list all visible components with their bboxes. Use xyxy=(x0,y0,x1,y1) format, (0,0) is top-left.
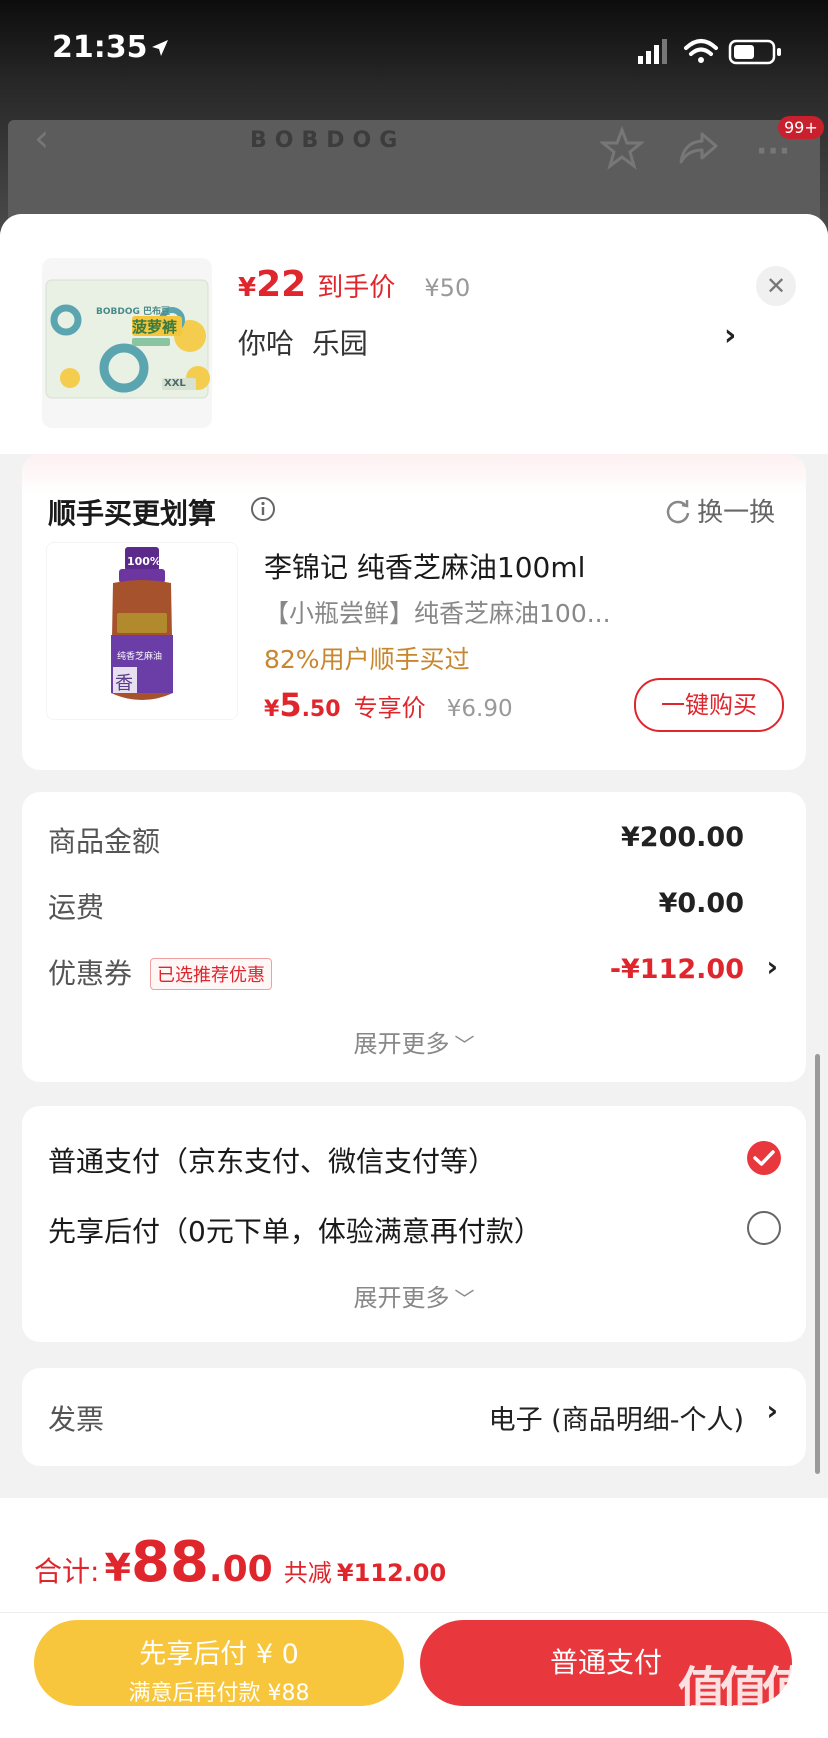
thumb-size-text: XXL xyxy=(164,378,186,389)
payment-option-standard[interactable]: 普通支付（京东支付、微信支付等） xyxy=(22,1106,806,1202)
addon-price-dec: .50 xyxy=(301,697,341,722)
total-dec: .00 xyxy=(208,1549,273,1590)
addon-stat: 82%用户顺手买过 xyxy=(264,645,470,674)
summary-expand-label: 展开更多 xyxy=(353,1030,450,1058)
coupon-row[interactable]: 优惠券 已选推荐优惠 -¥112.00 › xyxy=(22,942,806,1008)
wifi-icon xyxy=(684,39,718,63)
discount-value: ¥112.00 xyxy=(336,1559,447,1587)
location-icon xyxy=(150,38,170,62)
subtotal-label: 商品金额 xyxy=(48,825,161,858)
payment-expand-button[interactable]: 展开更多 ﹀ xyxy=(22,1278,806,1313)
addon-price-symbol: ¥ xyxy=(264,697,280,722)
watermark-logo: 值值值 xyxy=(678,1662,810,1718)
pay-later-button[interactable]: 先享后付 ¥ 0 满意后再付款 ¥88 xyxy=(34,1620,404,1706)
standard-pay-label: 普通支付 xyxy=(549,1646,662,1679)
shipping-label: 运费 xyxy=(48,891,105,924)
one-click-buy-button[interactable]: 一键购买 xyxy=(634,678,784,732)
coupon-label: 优惠券 xyxy=(48,957,133,990)
pay-later-title: 先享后付 ¥ 0 xyxy=(139,1639,299,1670)
discount-label: 共减 xyxy=(283,1559,332,1587)
footer-divider xyxy=(0,1612,828,1613)
coupon-tag: 已选推荐优惠 xyxy=(150,958,272,990)
total-int: 88 xyxy=(130,1530,209,1595)
product-thumbnail: BOBDOG 巴布豆 菠萝裤 XXL xyxy=(42,258,212,428)
subtotal-value: ¥200.00 xyxy=(621,822,744,853)
thumb-label-text: 纯香芝麻油 xyxy=(117,652,163,662)
payment-option-label: 先享后付（0元下单，体验满意再付款） xyxy=(48,1215,542,1248)
addon-price-int: 5 xyxy=(279,686,302,724)
price-symbol: ¥ xyxy=(238,273,257,303)
product-price: 22 xyxy=(256,264,307,305)
payment-expand-label: 展开更多 xyxy=(353,1284,450,1312)
spec-chevron-icon[interactable]: › xyxy=(724,318,736,353)
payment-option-label: 普通支付（京东支付、微信支付等） xyxy=(48,1145,497,1178)
diaper-package-image xyxy=(45,279,210,399)
addon-price-label: 专享价 xyxy=(353,694,426,722)
chevron-down-icon: ﹀ xyxy=(454,1287,475,1311)
more-icon[interactable]: ··· xyxy=(756,134,790,169)
payment-option-later[interactable]: 先享后付（0元下单，体验满意再付款） xyxy=(22,1202,806,1272)
total-symbol: ¥ xyxy=(104,1546,131,1590)
product-price-row: ¥22 到手价 ¥50 xyxy=(238,264,470,305)
order-summary-card: 商品金额 ¥200.00 运费 ¥0.00 优惠券 已选推荐优惠 -¥112.0… xyxy=(22,792,806,1082)
product-spec[interactable]: 你哈 乐园 xyxy=(238,322,368,362)
invoice-row[interactable]: 发票 电子 (商品明细-个人) › xyxy=(22,1368,806,1466)
pay-later-subtitle: 满意后再付款 ¥88 xyxy=(128,1681,310,1706)
radio-checked-icon[interactable] xyxy=(746,1140,782,1180)
product-header: BOBDOG 巴布豆 菠萝裤 XXL ¥22 到手价 ¥50 你哈 乐园 › ✕ xyxy=(0,214,828,454)
addon-desc: 【小瓶尝鲜】纯香芝麻油100... xyxy=(264,599,611,628)
addon-card: 顺手买更划算 换一换 100% 纯香芝麻油 香 李锦记 纯香芝麻油100ml 【… xyxy=(22,454,806,770)
addon-title: 顺手买更划算 xyxy=(48,497,217,530)
thumb-badge-text: 100% xyxy=(127,555,161,568)
coupon-chevron-icon: › xyxy=(766,950,778,983)
radio-unchecked-icon[interactable] xyxy=(746,1210,782,1250)
invoice-value: 电子 (商品明细-个人) xyxy=(488,1405,744,1436)
addon-price-row: ¥5.50 专享价 ¥6.90 xyxy=(264,686,513,724)
price-label: 到手价 xyxy=(317,273,396,303)
watermark-url: zhizhizhi.com xyxy=(672,1712,781,1731)
notification-badge: 99+ xyxy=(778,116,824,139)
thumb-product-name: 菠萝裤 xyxy=(132,318,178,336)
chevron-down-icon: ﹀ xyxy=(454,1033,475,1057)
refresh-label: 换一换 xyxy=(697,498,776,528)
total-label: 合计: xyxy=(34,1555,100,1588)
refresh-icon xyxy=(666,499,690,523)
thumb-char-text: 香 xyxy=(115,673,133,694)
invoice-chevron-icon: › xyxy=(766,1394,778,1427)
refresh-button[interactable]: 换一换 xyxy=(664,492,775,529)
addon-name[interactable]: 李锦记 纯香芝麻油100ml xyxy=(264,546,585,586)
coupon-value: -¥112.00 xyxy=(609,954,744,985)
back-icon[interactable]: ‹ xyxy=(34,116,49,160)
status-time: 21:35 xyxy=(52,30,148,65)
status-icons xyxy=(638,36,788,66)
total-row: 合计: ¥88.00 共减 ¥112.00 xyxy=(34,1530,446,1595)
share-icon[interactable] xyxy=(676,126,720,174)
payment-method-card: 普通支付（京东支付、微信支付等） 先享后付（0元下单，体验满意再付款） 展开更多… xyxy=(22,1106,806,1342)
battery-icon xyxy=(728,39,781,65)
sesame-oil-bottle-image xyxy=(111,547,173,700)
summary-expand-button[interactable]: 展开更多 ﹀ xyxy=(22,1024,806,1059)
original-price: ¥50 xyxy=(424,274,471,302)
scrollbar[interactable] xyxy=(815,1054,820,1474)
addon-thumbnail: 100% 纯香芝麻油 香 xyxy=(46,542,238,720)
signal-icon xyxy=(638,39,667,64)
info-icon[interactable] xyxy=(250,496,276,526)
close-button[interactable]: ✕ xyxy=(756,266,796,306)
invoice-label: 发票 xyxy=(48,1403,105,1436)
addon-original-price: ¥6.90 xyxy=(446,696,513,722)
shipping-value: ¥0.00 xyxy=(658,888,744,919)
background-brand-text: BOBDOG xyxy=(250,128,406,153)
favorite-icon[interactable] xyxy=(598,125,646,174)
